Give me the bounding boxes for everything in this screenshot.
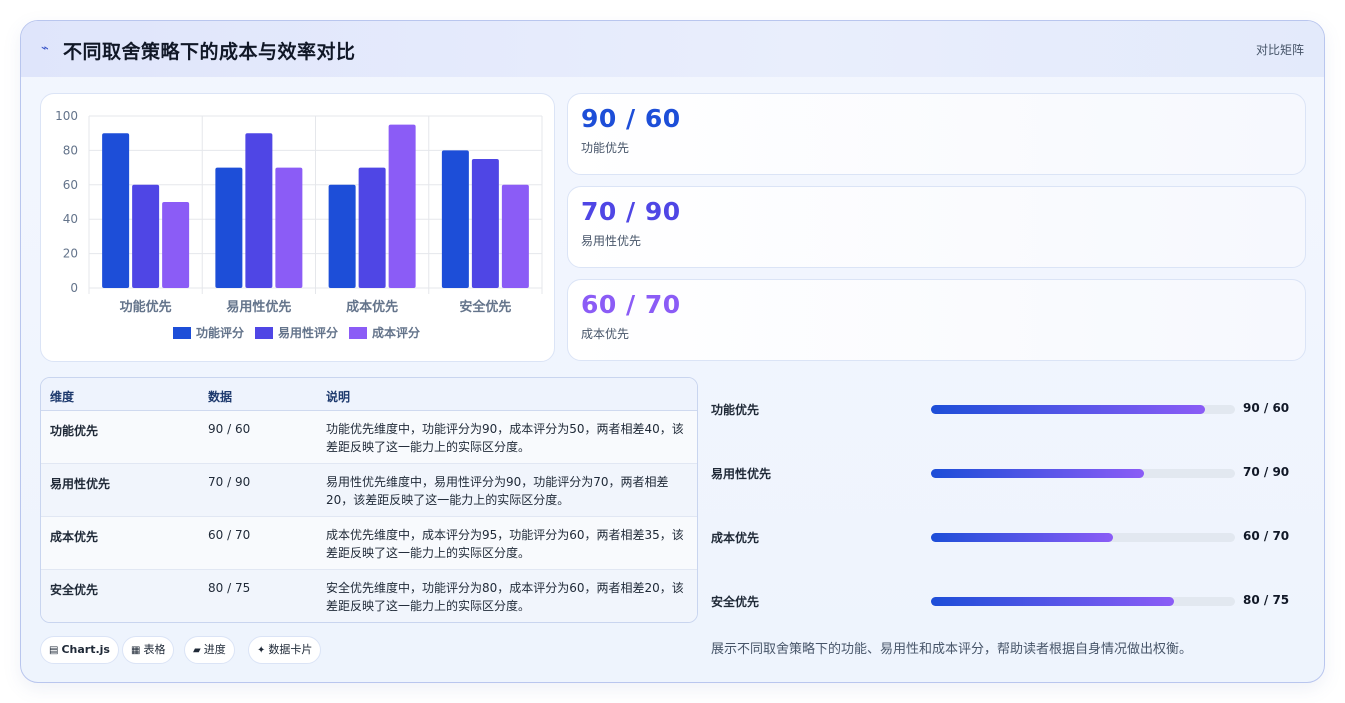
column-header-data: 数据 [208, 390, 233, 404]
y-tick-label: 0 [70, 281, 78, 295]
sparkle-icon: ✦ [257, 645, 266, 656]
summary-note: 展示不同取舍策略下的功能、易用性和成本评分，帮助读者根据自身情况做出权衡。 [711, 642, 1193, 657]
chip-chartjs[interactable]: ▤ Chart.js [40, 636, 119, 664]
cell-data: 70 / 90 [208, 475, 251, 489]
y-tick-label: 20 [63, 247, 78, 261]
stat-value: 90 / 60 [581, 104, 681, 133]
y-tick-label: 100 [55, 109, 78, 123]
cell-dimension: 易用性优先 [50, 477, 111, 491]
chip-label: 进度 [203, 643, 226, 656]
x-tick-label: 易用性优先 [226, 299, 291, 315]
cell-data: 90 / 60 [208, 422, 251, 436]
progress-row: 安全优先 80 / 75 [711, 590, 1311, 610]
header-tag: 对比矩阵 [1255, 43, 1304, 57]
bar [388, 124, 416, 288]
panel-header: ⌁ 不同取舍策略下的成本与效率对比 对比矩阵 [21, 21, 1324, 77]
cell-description: 易用性优先维度中，易用性评分为90，功能评分为70，两者相差20，该差距反映了这… [326, 475, 669, 507]
chip-label: 表格 [143, 643, 166, 656]
progress-row: 功能优先 90 / 60 [711, 398, 1311, 418]
page-title: 不同取舍策略下的成本与效率对比 [63, 41, 356, 63]
progress-icon: ▰ [193, 645, 201, 656]
bar [245, 133, 273, 288]
progress-value: 70 / 90 [1243, 465, 1290, 479]
data-table: 维度 数据 说明 功能优先 90 / 60 功能优先维度中，功能评分为90，成本… [40, 377, 698, 623]
cell-description: 安全优先维度中，功能评分为80，成本评分为60，两者相差20，该差距反映了这一能… [326, 581, 684, 613]
cell-data: 80 / 75 [208, 581, 251, 595]
y-tick-label: 60 [63, 178, 78, 192]
bar-chart-card: 0 20 40 60 80 100 功能优先 易用性优先 成本优先 安全优先功能评分 易用性评分 成本… [40, 93, 555, 362]
bar [162, 202, 190, 288]
progress-value: 60 / 70 [1243, 529, 1290, 543]
legend-swatch [349, 327, 367, 339]
progress-track [931, 405, 1235, 414]
progress-fill [931, 405, 1205, 414]
y-tick-label: 40 [63, 212, 78, 226]
progress-fill [931, 597, 1175, 606]
table-row: 易用性优先 70 / 90 易用性优先维度中，易用性评分为90，功能评分为70，… [41, 464, 697, 517]
table-header: 维度 数据 说明 [41, 378, 697, 411]
progress-list: 功能优先 90 / 60 易用性优先 70 / 90 成本优先 60 / 70 … [711, 377, 1311, 627]
x-tick-label: 功能优先 [120, 299, 172, 315]
legend-swatch [173, 327, 191, 339]
bar-chart: 0 20 40 60 80 100 功能优先 易用性优先 成本优先 安全优先功能评分 易用性评分 成本… [55, 109, 543, 340]
progress-track [931, 533, 1235, 542]
progress-label: 功能优先 [711, 403, 760, 417]
cell-description: 功能优先维度中，功能评分为90，成本评分为50，两者相差40，该差距反映了这一能… [326, 422, 684, 454]
bar [471, 159, 499, 288]
cell-dimension: 安全优先 [50, 583, 99, 597]
lightning-icon: ⌁ [41, 41, 49, 56]
bar [275, 167, 303, 288]
legend-label: 功能评分 [196, 325, 244, 340]
bar [358, 167, 386, 288]
bar [501, 184, 529, 288]
chart-icon: ▤ [49, 645, 59, 656]
chip-label: 数据卡片 [268, 643, 313, 656]
stat-value: 70 / 90 [581, 197, 681, 226]
progress-fill [931, 533, 1114, 542]
progress-track [931, 469, 1235, 478]
chip-label: Chart.js [61, 643, 110, 656]
legend-label: 成本评分 [372, 325, 420, 340]
stat-label: 易用性优先 [581, 234, 642, 248]
stat-label: 功能优先 [581, 141, 630, 155]
stat-label: 成本优先 [581, 327, 630, 341]
table-row: 成本优先 60 / 70 成本优先维度中，成本评分为95，功能评分为60，两者相… [41, 517, 697, 570]
bar [132, 184, 160, 288]
progress-value: 80 / 75 [1243, 593, 1290, 607]
table-row: 安全优先 80 / 75 安全优先维度中，功能评分为80，成本评分为60，两者相… [41, 570, 697, 622]
progress-value: 90 / 60 [1243, 401, 1290, 415]
column-header-dimension: 维度 [50, 390, 75, 404]
chip-progress[interactable]: ▰ 进度 [184, 636, 235, 664]
stat-card-usability: 70 / 90 易用性优先 [567, 186, 1306, 268]
bar [102, 133, 130, 288]
y-tick-label: 80 [63, 143, 78, 157]
column-header-description: 说明 [326, 390, 351, 404]
bar [328, 184, 356, 288]
bar [441, 150, 469, 288]
progress-row: 成本优先 60 / 70 [711, 526, 1311, 546]
cell-description: 成本优先维度中，成本评分为95，功能评分为60，两者相差35，该差距反映了这一能… [326, 528, 684, 560]
progress-label: 成本优先 [711, 531, 760, 545]
x-tick-label: 安全优先 [459, 299, 511, 315]
progress-track [931, 597, 1235, 606]
legend-label: 易用性评分 [278, 325, 338, 340]
stat-card-function: 90 / 60 功能优先 [567, 93, 1306, 175]
chip-data-cards[interactable]: ✦ 数据卡片 [248, 636, 322, 664]
cell-dimension: 成本优先 [50, 530, 99, 544]
progress-fill [931, 469, 1144, 478]
x-tick-label: 成本优先 [346, 299, 398, 315]
stat-value: 60 / 70 [581, 290, 681, 319]
chip-table[interactable]: ▦ 表格 [122, 636, 175, 664]
progress-row: 易用性优先 70 / 90 [711, 462, 1311, 482]
stat-card-cost: 60 / 70 成本优先 [567, 279, 1306, 361]
bar [215, 167, 243, 288]
progress-label: 安全优先 [711, 595, 760, 609]
table-icon: ▦ [131, 645, 141, 656]
comparison-panel: ⌁ 不同取舍策略下的成本与效率对比 对比矩阵 0 20 40 60 80 100 功能优先易… [20, 20, 1325, 683]
cell-data: 60 / 70 [208, 528, 251, 542]
table-row: 功能优先 90 / 60 功能优先维度中，功能评分为90，成本评分为50，两者相… [41, 411, 697, 464]
progress-label: 易用性优先 [711, 467, 772, 481]
cell-dimension: 功能优先 [50, 424, 99, 438]
legend-swatch [255, 327, 273, 339]
